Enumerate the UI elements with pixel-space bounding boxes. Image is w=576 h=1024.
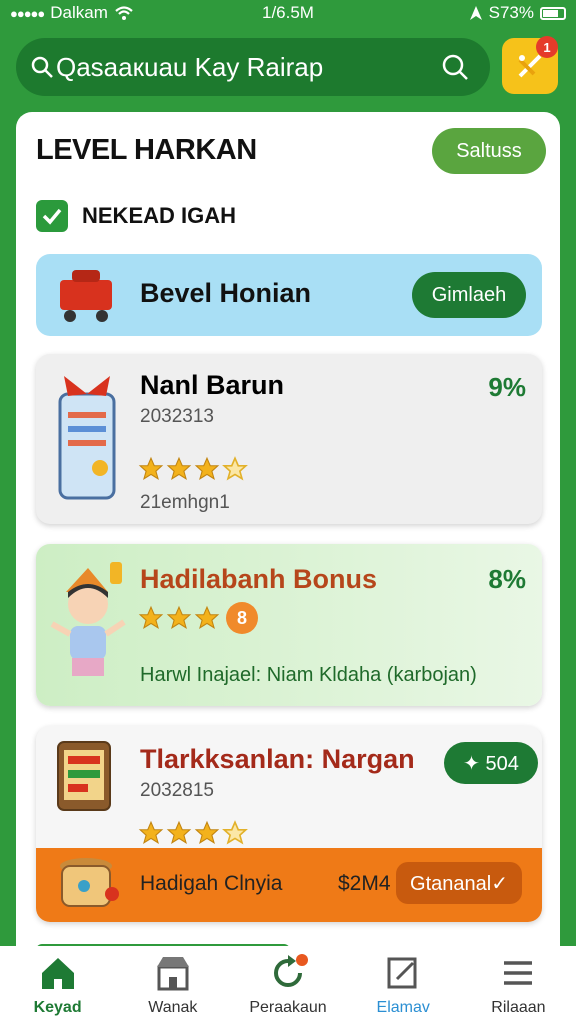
list-item[interactable]: Nanl Barun 9% 2032313 21emhgn1 xyxy=(36,354,542,524)
star-rating xyxy=(138,456,248,482)
list-item[interactable]: Hadilabanh Bonus 8% 8 Harwl Inajael: Nia… xyxy=(36,544,542,706)
reward-strip: Hadigah Clnyia $2M4 Gtananal✓ xyxy=(36,848,542,922)
search-bar[interactable]: Qasaaкuau Kay Rairap xyxy=(16,38,490,96)
item-code: 2032313 xyxy=(140,406,214,427)
nav-label: Wanak xyxy=(148,999,198,1016)
pot-icon xyxy=(60,858,119,907)
star-icon xyxy=(166,456,192,480)
star-outline-icon xyxy=(222,820,248,845)
score-tag[interactable]: ✦ 504 xyxy=(444,742,538,784)
search-lead-icon xyxy=(31,56,53,78)
check-label: NEKEAD IGAH xyxy=(82,203,237,228)
star-icon xyxy=(194,605,220,629)
bonus-badge: 8 xyxy=(226,602,258,634)
menu-icon xyxy=(504,961,533,985)
claim-button[interactable]: Gtananal✓ xyxy=(396,862,522,904)
home-icon xyxy=(41,958,74,989)
list-item[interactable]: Tlarkksanlan: Nargan ✦ 504 2032815 Hadig… xyxy=(36,726,542,922)
item-title: Hadilabanh Bonus xyxy=(140,564,378,594)
item-percent: 8% xyxy=(488,564,526,594)
nav-store[interactable]: Wanak xyxy=(115,946,230,1024)
bottom-nav: Keyad Wanak Peraakaun Elamav Rilaaan xyxy=(0,946,576,1024)
status-time: 1/6.5M xyxy=(262,3,314,22)
level-action-button[interactable]: Gimlaeh xyxy=(412,272,526,318)
nav-home[interactable]: Keyad xyxy=(0,946,115,1024)
edit-icon xyxy=(387,957,417,989)
check-row[interactable]: NEKEAD IGAH xyxy=(36,200,236,232)
phone-gift-icon xyxy=(58,376,116,500)
star-icon xyxy=(138,456,164,480)
checkbox-icon[interactable] xyxy=(36,200,68,232)
item-code: 2032815 xyxy=(140,780,214,801)
page-title: LEVEL HARKAN xyxy=(36,134,257,166)
nav-label: Keyad xyxy=(33,999,82,1016)
item-percent: 9% xyxy=(488,372,526,402)
item-title: Tlarkksanlan: Nargan xyxy=(140,744,415,774)
nav-menu[interactable]: Rilaaan xyxy=(461,946,576,1024)
star-icon xyxy=(166,605,192,629)
notification-badge: 1 xyxy=(536,36,558,58)
nav-edit[interactable]: Elamav xyxy=(346,946,461,1024)
star-outline-icon xyxy=(222,456,248,481)
status-button[interactable]: Saltuss xyxy=(432,128,546,174)
strip-label: Hadigah Clnyia xyxy=(140,872,283,895)
star-icon xyxy=(138,820,164,844)
battery-icon xyxy=(540,6,566,20)
level-title: Bevel Honian xyxy=(140,278,312,308)
star-icon xyxy=(194,456,220,480)
level-card[interactable]: Bevel Honian Gimlaeh xyxy=(36,254,542,336)
star-rating xyxy=(138,820,248,846)
store-icon xyxy=(156,957,189,991)
tablet-icon xyxy=(57,741,111,811)
star-icon xyxy=(138,605,164,629)
nav-progress[interactable]: Peraakaun xyxy=(230,946,345,1024)
strip-price: $2M4 xyxy=(338,872,391,895)
search-icon[interactable] xyxy=(440,52,470,82)
nav-label: Elamav xyxy=(376,999,430,1016)
star-rating: 8 xyxy=(138,602,258,634)
star-icon xyxy=(194,820,220,844)
search-input[interactable]: Qasaaкuau Kay Rairap xyxy=(56,52,440,83)
item-footer: Harwl Inajael: Niam Kldaha (karbojan) xyxy=(140,664,477,686)
main-card: LEVEL HARKAN Saltuss NEKEAD IGAH Bevel H… xyxy=(16,112,560,992)
cart-icon xyxy=(60,270,112,322)
item-footer: 21emhgn1 xyxy=(140,492,230,513)
nav-label: Peraakaun xyxy=(249,999,327,1016)
kid-avatar-icon xyxy=(50,562,126,676)
nav-label: Rilaaan xyxy=(491,999,546,1016)
item-title: Nanl Barun xyxy=(140,370,285,400)
status-bar: ●●●●● Dalkam 1/6.5M S73% xyxy=(0,0,576,26)
star-icon xyxy=(166,820,192,844)
